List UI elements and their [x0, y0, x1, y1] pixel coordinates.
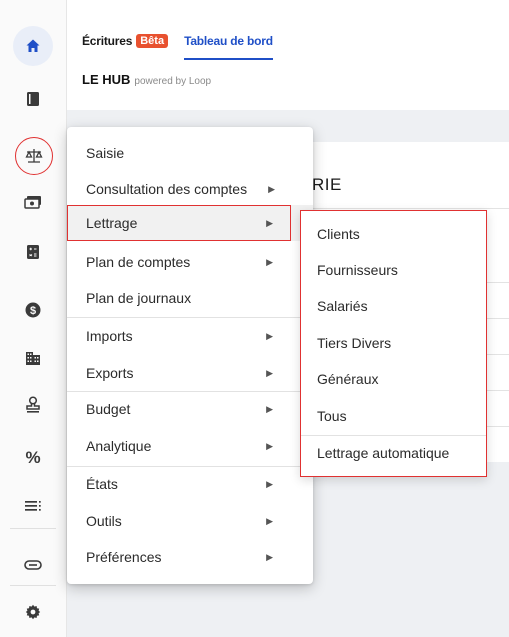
chevron-right-icon: ▶ — [266, 551, 273, 562]
menu-item-label: Consultation des comptes — [86, 181, 248, 197]
rail-divider — [10, 585, 56, 586]
submenu-item-clients[interactable]: Clients — [301, 216, 486, 252]
submenu-item-tiers-divers[interactable]: Tiers Divers — [301, 325, 486, 361]
menu-item-label: Saisie — [86, 145, 125, 161]
chevron-right-icon: ▶ — [266, 330, 273, 341]
chevron-right-icon: ▶ — [268, 183, 275, 194]
chevron-right-icon: ▶ — [266, 367, 273, 378]
rail-divider — [10, 528, 56, 529]
menu-item-label: Imports — [86, 328, 133, 344]
submenu-item-label: Généraux — [317, 371, 379, 387]
card-divider — [290, 208, 509, 209]
tab-dashboard[interactable]: Tableau de bord — [184, 34, 273, 60]
chevron-right-icon: ▶ — [266, 256, 273, 267]
submenu-item-label: Clients — [317, 226, 360, 242]
menu-item-label: Budget — [86, 401, 131, 417]
chevron-right-icon: ▶ — [266, 478, 273, 489]
submenu-item-lettrage-automatique[interactable]: Lettrage automatique — [301, 435, 486, 471]
brand-tagline: powered by Loop — [134, 76, 212, 87]
building-icon[interactable] — [13, 338, 53, 378]
dollar-icon[interactable]: $ — [13, 290, 53, 330]
menu-item-plan-de-journaux[interactable]: Plan de journaux — [67, 280, 313, 316]
menu-item-saisie[interactable]: Saisie — [67, 135, 313, 171]
chevron-right-icon: ▶ — [266, 403, 273, 414]
brand: LE HUB powered by Loop — [82, 72, 211, 87]
settings-icon[interactable] — [13, 592, 53, 632]
menu-item-label: Exports — [86, 365, 134, 381]
menu-item-label: Plan de journaux — [86, 290, 192, 306]
menu-item-etats[interactable]: États ▶ — [67, 466, 313, 502]
top-tabs: Écritures Bêta Tableau de bord — [82, 28, 273, 60]
menu-item-label: Outils — [86, 513, 122, 529]
accounting-menu: Saisie Consultation des comptes ▶ Lettra… — [67, 127, 313, 584]
side-rail: $ % — [0, 0, 67, 637]
menu-item-preferences[interactable]: Préférences ▶ — [67, 539, 313, 575]
menu-item-budget[interactable]: Budget ▶ — [67, 391, 313, 427]
home-icon[interactable] — [13, 26, 53, 66]
cash-icon[interactable] — [13, 182, 53, 222]
submenu-item-label: Fournisseurs — [317, 262, 398, 278]
card-title: RIE — [312, 175, 342, 194]
calculator-icon[interactable] — [13, 232, 53, 272]
brand-name: LE HUB — [82, 72, 131, 87]
submenu-item-label: Salariés — [317, 298, 368, 314]
submenu-item-label: Lettrage automatique — [317, 445, 450, 461]
submenu-item-salaries[interactable]: Salariés — [301, 288, 486, 324]
chevron-right-icon: ▶ — [266, 440, 273, 451]
submenu-item-generaux[interactable]: Généraux — [301, 361, 486, 397]
chevron-right-icon: ▶ — [266, 217, 273, 228]
menu-item-label: Analytique — [86, 438, 152, 454]
svg-text:$: $ — [30, 305, 36, 317]
submenu-item-label: Tiers Divers — [317, 335, 392, 351]
menu-item-lettrage[interactable]: Lettrage ▶ — [67, 205, 313, 241]
book-icon[interactable] — [13, 79, 53, 119]
list-icon[interactable] — [13, 486, 53, 526]
menu-item-label: États — [86, 476, 118, 492]
scale-icon[interactable] — [15, 137, 53, 175]
submenu-item-tous[interactable]: Tous — [301, 398, 486, 434]
percent-icon[interactable]: % — [13, 437, 53, 477]
menu-item-exports[interactable]: Exports ▶ — [67, 355, 313, 391]
lettrage-submenu: Clients Fournisseurs Salariés Tiers Dive… — [300, 210, 487, 477]
top-bar — [67, 0, 509, 110]
menu-item-analytique[interactable]: Analytique ▶ — [67, 428, 313, 464]
menu-item-label: Préférences — [86, 549, 162, 565]
chevron-right-icon: ▶ — [266, 515, 273, 526]
menu-item-label: Plan de comptes — [86, 254, 191, 270]
menu-item-outils[interactable]: Outils ▶ — [67, 503, 313, 539]
menu-item-consultation-des-comptes[interactable]: Consultation des comptes ▶ — [67, 171, 313, 207]
link-icon[interactable] — [13, 545, 53, 585]
stamp-icon[interactable] — [13, 385, 53, 425]
submenu-item-fournisseurs[interactable]: Fournisseurs — [301, 252, 486, 288]
menu-item-imports[interactable]: Imports ▶ — [67, 318, 313, 354]
menu-item-plan-de-comptes[interactable]: Plan de comptes ▶ — [67, 244, 313, 280]
menu-item-label: Lettrage — [86, 215, 138, 231]
submenu-item-label: Tous — [317, 408, 347, 424]
tab-ecritures[interactable]: Écritures — [82, 34, 132, 48]
beta-badge: Bêta — [136, 34, 169, 48]
